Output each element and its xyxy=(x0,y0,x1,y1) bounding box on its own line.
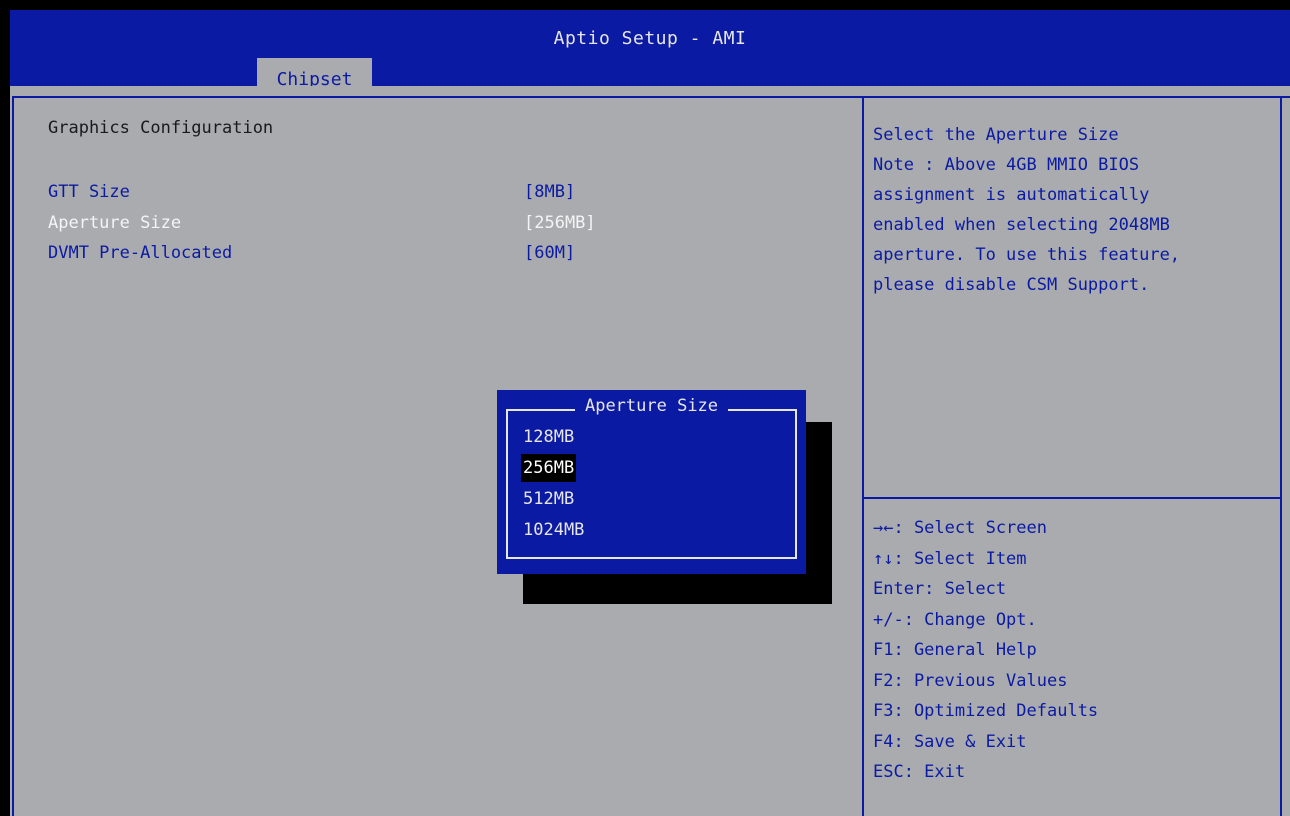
setting-value[interactable]: [60M] xyxy=(524,243,575,263)
setting-label: GTT Size xyxy=(48,182,130,202)
key-hint-change-opt: +/-: Change Opt. xyxy=(873,609,1037,630)
setting-gtt-size[interactable]: GTT Size [8MB] xyxy=(48,182,748,212)
key-hint-select-item: ↑↓: Select Item xyxy=(873,548,1027,569)
help-divider xyxy=(862,497,1282,499)
panel-divider xyxy=(862,96,864,816)
setting-value[interactable]: [8MB] xyxy=(524,182,575,202)
help-line: aperture. To use this feature, xyxy=(873,245,1181,265)
app-title: Aptio Setup - AMI xyxy=(553,28,747,49)
popup-option-256mb[interactable]: 256MB xyxy=(521,454,577,482)
setting-dvmt-pre-allocated[interactable]: DVMT Pre-Allocated [60M] xyxy=(48,243,748,273)
key-hint-select-screen: →←: Select Screen xyxy=(873,518,1047,538)
help-line: assignment is automatically xyxy=(873,185,1150,205)
help-line: please disable CSM Support. xyxy=(873,275,1150,295)
popup-title-text: Aperture Size xyxy=(574,396,729,416)
panel-border-top xyxy=(12,96,1290,98)
title-bar: Aptio Setup - AMI Chipset xyxy=(10,10,1290,96)
key-hint-esc: ESC: Exit xyxy=(873,762,966,782)
key-hint-f1: F1: General Help xyxy=(873,640,1037,660)
help-line: enabled when selecting 2048MB xyxy=(873,215,1170,235)
popup-title: Aperture Size xyxy=(497,396,806,416)
key-hint-f2: F2: Previous Values xyxy=(873,670,1068,691)
setting-value[interactable]: [256MB] xyxy=(524,213,596,233)
popup-option-512mb[interactable]: 512MB xyxy=(521,485,576,513)
panel-border-right xyxy=(1280,96,1282,816)
key-legend: →←: Select Screen ↑↓: Select Item Enter:… xyxy=(873,513,1273,788)
setting-label: Aperture Size xyxy=(48,213,182,233)
screen-top-border xyxy=(0,0,1290,10)
panel-border-left xyxy=(12,96,14,816)
key-hint-f4: F4: Save & Exit xyxy=(873,731,1027,752)
key-hint-f3: F3: Optimized Defaults xyxy=(873,701,1099,721)
popup-option-128mb[interactable]: 128MB xyxy=(521,423,576,451)
popup-option-1024mb[interactable]: 1024MB xyxy=(521,516,586,544)
key-hint-enter: Enter: Select xyxy=(873,579,1007,599)
aperture-size-popup: Aperture Size 128MB 256MB 512MB 1024MB xyxy=(497,390,806,574)
help-line: Select the Aperture Size xyxy=(873,125,1119,145)
help-line: Note : Above 4GB MMIO BIOS xyxy=(873,155,1140,175)
section-title: Graphics Configuration xyxy=(48,118,274,138)
help-description: Select the Aperture Size Note : Above 4G… xyxy=(873,120,1273,300)
setting-aperture-size[interactable]: Aperture Size [256MB] xyxy=(48,213,748,243)
setting-label: DVMT Pre-Allocated xyxy=(48,243,233,263)
